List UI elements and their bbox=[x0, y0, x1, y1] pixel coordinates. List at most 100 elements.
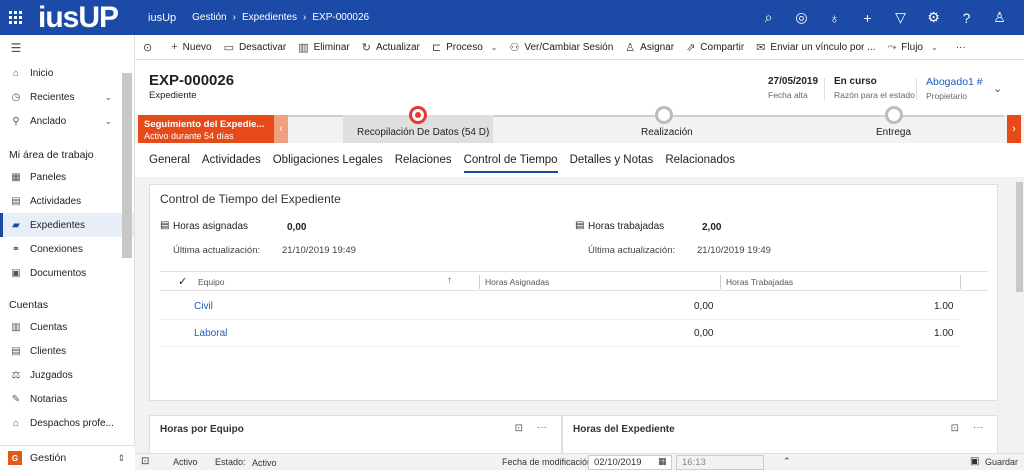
sidebar-scrollbar[interactable] bbox=[122, 73, 132, 258]
area-switcher[interactable]: G Gestión ⇕ bbox=[0, 445, 135, 470]
calendar-icon[interactable]: ▦ bbox=[658, 456, 667, 467]
user-icon[interactable]: ♙ bbox=[983, 9, 1016, 26]
sidebar: ☰ ⌂ Inicio ◷ Recientes ⌄ ⚲ Anclado ⌄ Mi … bbox=[0, 35, 135, 470]
tab-relacionados[interactable]: Relacionados bbox=[665, 143, 735, 177]
more-commands-button[interactable]: ··· bbox=[944, 35, 978, 60]
session-button[interactable]: ⚇ Ver/Cambiar Sesión bbox=[503, 35, 619, 60]
table-row[interactable]: Laboral 0,00 1.00 bbox=[160, 320, 960, 347]
filter-icon[interactable]: ▽ bbox=[884, 9, 917, 26]
table-row[interactable]: Civil 0,00 1.00 bbox=[160, 293, 960, 320]
stage-label[interactable]: Entrega bbox=[876, 127, 911, 138]
sidebar-item-expedientes[interactable]: ▰ Expedientes bbox=[0, 213, 134, 237]
column-header-horas-trabajadas[interactable]: Horas Trabajadas bbox=[726, 277, 793, 287]
column-header-horas-asignadas[interactable]: Horas Asignadas bbox=[485, 277, 549, 287]
more-options-icon[interactable]: ··· bbox=[973, 422, 983, 433]
search-icon[interactable]: ⌕ bbox=[752, 9, 785, 26]
share-icon: ⇗ bbox=[686, 41, 696, 54]
sidebar-item-notarias[interactable]: ✎ Notarias bbox=[0, 387, 134, 411]
flow-button[interactable]: ⤳ Flujo ⌄ bbox=[881, 35, 943, 60]
plus-icon[interactable]: + bbox=[851, 10, 884, 26]
save-icon[interactable]: ▣ bbox=[970, 456, 979, 467]
tab-detalles-y-notas[interactable]: Detalles y Notas bbox=[570, 143, 654, 177]
stage-label[interactable]: Recopilación De Datos (54 D) bbox=[357, 127, 489, 138]
sidebar-item-label: Cuentas bbox=[30, 321, 68, 333]
header-owner-link[interactable]: Abogado1 # bbox=[926, 76, 983, 88]
chevron-down-icon[interactable]: ⌄ bbox=[104, 92, 112, 103]
hamburger-menu-icon[interactable]: ☰ bbox=[0, 35, 134, 61]
sidebar-item-recientes[interactable]: ◷ Recientes ⌄ bbox=[0, 85, 134, 109]
gear-icon[interactable]: ⚙ bbox=[917, 9, 950, 26]
stage-indicator-icon[interactable] bbox=[655, 106, 673, 124]
assigned-hours-value[interactable]: 0,00 bbox=[287, 222, 306, 233]
modified-time-field[interactable]: 16:13 bbox=[676, 455, 764, 470]
app-name[interactable]: iusUp bbox=[148, 12, 176, 24]
refresh-button[interactable]: ↻ Actualizar bbox=[356, 35, 426, 60]
refresh-button-label: Actualizar bbox=[375, 41, 420, 53]
brand-logo: iusUP bbox=[38, 1, 119, 34]
case-hours-card: Horas del Expediente ⊡ ··· bbox=[562, 415, 998, 453]
save-button[interactable]: Guardar bbox=[985, 457, 1018, 467]
email-link-button-label: Enviar un vínculo por ... bbox=[770, 41, 876, 53]
breadcrumb-item[interactable]: Expedientes bbox=[242, 12, 297, 23]
sidebar-item-documentos[interactable]: ▣ Documentos bbox=[0, 261, 134, 285]
office-icon: ⌂ bbox=[12, 417, 20, 429]
new-button[interactable]: + Nuevo bbox=[165, 35, 217, 60]
column-header-equipo[interactable]: Equipo bbox=[198, 277, 224, 287]
stage-indicator-icon[interactable] bbox=[885, 106, 903, 124]
select-all-checkbox-icon[interactable]: ✓ bbox=[178, 275, 187, 288]
expand-chart-icon[interactable]: ⊡ bbox=[515, 423, 523, 434]
breadcrumb-item: EXP-000026 bbox=[312, 12, 370, 23]
email-link-button[interactable]: ✉ Enviar un vínculo por ... bbox=[750, 35, 881, 60]
process-status-flag[interactable]: Seguimiento del Expedie... Activo durant… bbox=[138, 115, 274, 143]
help-icon[interactable]: ? bbox=[950, 10, 983, 26]
sidebar-item-conexiones[interactable]: ⚭ Conexiones bbox=[0, 237, 134, 261]
sidebar-item-anclado[interactable]: ⚲ Anclado ⌄ bbox=[0, 109, 134, 133]
sidebar-item-paneles[interactable]: ▦ Paneles bbox=[0, 165, 134, 189]
delete-button-label: Eliminar bbox=[313, 41, 350, 53]
team-link[interactable]: Laboral bbox=[194, 328, 227, 339]
chevron-up-icon[interactable]: ⌃ bbox=[783, 456, 791, 467]
tab-general[interactable]: General bbox=[149, 143, 190, 177]
assign-button[interactable]: ♙ Asignar bbox=[619, 35, 680, 60]
header-expand-chevron-icon[interactable]: ⌄ bbox=[993, 82, 1002, 95]
breadcrumb-item[interactable]: Gestión bbox=[192, 12, 226, 23]
worked-hours-value[interactable]: 2,00 bbox=[702, 222, 721, 233]
stage-indicator-active-icon[interactable] bbox=[409, 106, 427, 124]
tab-relaciones[interactable]: Relaciones bbox=[395, 143, 452, 177]
sidebar-item-despachos[interactable]: ⌂ Despachos profe... bbox=[0, 411, 134, 435]
status-bar: ⊡ Activo Estado: Activo Fecha de modific… bbox=[135, 453, 1024, 470]
process-button[interactable]: ⊏ Proceso ⌄ bbox=[426, 35, 504, 60]
back-button[interactable]: ⊙ bbox=[135, 35, 165, 60]
sort-ascending-icon[interactable]: ↑ bbox=[447, 275, 452, 286]
team-link[interactable]: Civil bbox=[194, 301, 213, 312]
chevron-updown-icon: ⇕ bbox=[117, 452, 125, 463]
share-button[interactable]: ⇗ Compartir bbox=[680, 35, 750, 60]
chevron-right-icon[interactable]: › bbox=[1007, 115, 1021, 143]
deactivate-button[interactable]: ▭ Desactivar bbox=[218, 35, 293, 60]
tab-obligaciones-legales[interactable]: Obligaciones Legales bbox=[273, 143, 383, 177]
state-value[interactable]: Activo bbox=[252, 458, 277, 468]
chevron-left-icon[interactable]: ‹ bbox=[274, 115, 288, 143]
sidebar-item-clientes[interactable]: ▤ Clientes bbox=[0, 339, 134, 363]
delete-button[interactable]: ▥ Eliminar bbox=[292, 35, 356, 60]
sidebar-item-actividades[interactable]: ▤ Actividades bbox=[0, 189, 134, 213]
tab-control-de-tiempo[interactable]: Control de Tiempo bbox=[463, 143, 558, 177]
section-title: Control de Tiempo del Expediente bbox=[160, 192, 341, 206]
app-launcher-icon[interactable] bbox=[0, 0, 30, 35]
expand-chart-icon[interactable]: ⊡ bbox=[951, 423, 959, 434]
sidebar-item-juzgados[interactable]: ⚖ Juzgados bbox=[0, 363, 134, 387]
form-scrollbar[interactable] bbox=[1016, 182, 1023, 292]
more-options-icon[interactable]: ··· bbox=[537, 422, 547, 433]
chevron-down-icon[interactable]: ⌄ bbox=[104, 116, 112, 127]
task-icon[interactable]: ◎ bbox=[785, 9, 818, 26]
stage-label[interactable]: Realización bbox=[641, 127, 693, 138]
sidebar-item-cuentas[interactable]: ▥ Cuentas bbox=[0, 315, 134, 339]
tab-actividades[interactable]: Actividades bbox=[202, 143, 261, 177]
clock-icon: ◷ bbox=[11, 91, 21, 103]
lightbulb-icon[interactable]: ♁ bbox=[818, 10, 851, 26]
sidebar-item-inicio[interactable]: ⌂ Inicio bbox=[0, 61, 134, 85]
top-navigation-bar: iusUP iusUp Gestión › Expedientes › EXP-… bbox=[0, 0, 1024, 35]
flow-button-label: Flujo bbox=[901, 41, 923, 53]
breadcrumb: iusUp Gestión › Expedientes › EXP-000026 bbox=[148, 12, 369, 24]
expand-icon[interactable]: ⊡ bbox=[141, 456, 149, 467]
